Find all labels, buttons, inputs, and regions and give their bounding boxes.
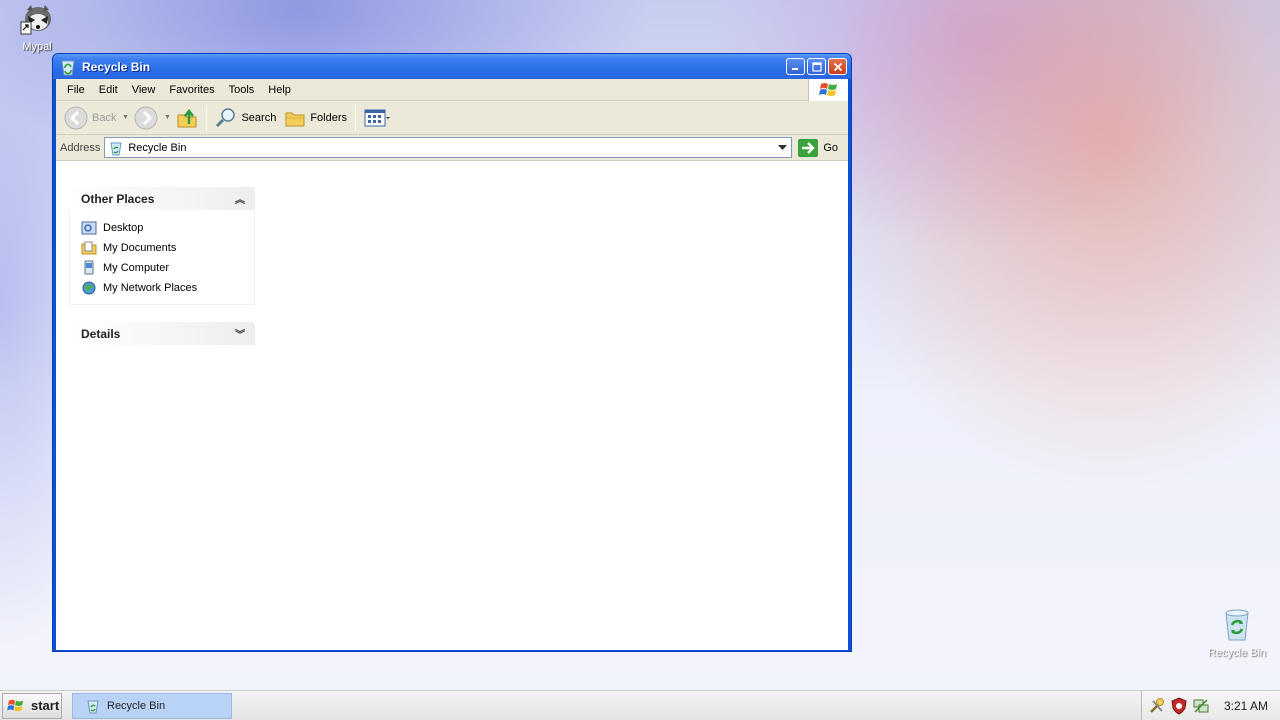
chevron-down-icon[interactable]: ︾: [235, 326, 245, 341]
address-bar: Address Recycle Bin Go: [56, 135, 848, 161]
title-bar[interactable]: Recycle Bin: [53, 54, 851, 79]
search-label: Search: [241, 111, 277, 124]
standard-toolbar: Back ▼ ▼ Search Folders: [56, 101, 848, 135]
address-label: Address: [60, 141, 101, 154]
place-label: My Computer: [103, 262, 170, 274]
minimize-button[interactable]: [786, 58, 805, 75]
folders-button[interactable]: Folders: [280, 104, 351, 132]
forward-arrow-icon: [134, 106, 158, 129]
desktop-icon: [81, 221, 97, 235]
windows-flag-icon: [818, 83, 837, 96]
menu-bar: File Edit View Favorites Tools Help: [56, 79, 848, 101]
folder-content: Other Places ︽ Desktop My Documents My C…: [56, 161, 848, 644]
taskbar-button-label: Recycle Bin: [107, 699, 166, 712]
details-header[interactable]: Details ︾: [69, 322, 255, 345]
back-arrow-icon: [64, 106, 88, 129]
recycle-bin-icon: [87, 700, 99, 713]
close-icon: [833, 62, 842, 71]
start-label: start: [31, 698, 60, 713]
windows-logo: [808, 79, 848, 101]
back-label: Back: [92, 111, 117, 124]
explorer-window: Recycle Bin File Edit View Favorites Too…: [52, 53, 852, 652]
panel-title: Details: [81, 326, 121, 341]
security-shield-icon[interactable]: [1170, 696, 1188, 715]
search-button[interactable]: Search: [211, 104, 280, 132]
address-value: Recycle Bin: [128, 141, 187, 154]
folders-icon: [285, 112, 305, 126]
address-dropdown-button[interactable]: [774, 138, 791, 157]
menu-file[interactable]: File: [60, 84, 92, 96]
my-documents-icon: [81, 241, 97, 255]
taskbar-button-recycle-bin[interactable]: Recycle Bin: [72, 692, 232, 719]
desktop-icon-label: Mypal: [22, 41, 52, 53]
network-places-icon: [82, 281, 96, 295]
other-places-panel: Other Places ︽ Desktop My Documents My C…: [69, 187, 255, 305]
place-label: My Network Places: [103, 282, 198, 294]
place-label: Desktop: [103, 222, 144, 234]
start-button[interactable]: start: [2, 692, 62, 719]
windows-flag-icon: [7, 699, 24, 711]
place-desktop[interactable]: Desktop: [81, 218, 254, 238]
chevron-down-icon: [778, 144, 788, 150]
up-folder-icon: [177, 108, 197, 127]
folders-label: Folders: [310, 111, 348, 124]
recycle-bin-icon: [1225, 609, 1249, 641]
go-button[interactable]: Go: [798, 138, 839, 157]
system-tray: 3:21 AM: [1141, 691, 1280, 720]
clock[interactable]: 3:21 AM: [1224, 699, 1268, 713]
menu-help[interactable]: Help: [261, 84, 298, 96]
recycle-bin-icon: [110, 142, 122, 155]
place-my-computer[interactable]: My Computer: [81, 258, 254, 278]
forward-button[interactable]: [130, 104, 162, 132]
close-button[interactable]: [828, 58, 847, 75]
other-places-header[interactable]: Other Places ︽: [69, 187, 255, 210]
details-panel: Details ︾: [69, 322, 255, 345]
up-folder-button[interactable]: [172, 104, 202, 132]
forward-dropdown-icon[interactable]: ▼: [162, 114, 172, 121]
desktop-icon-mypal[interactable]: Mypal: [2, 2, 72, 53]
mypal-raccoon-icon: [20, 5, 51, 35]
panel-title: Other Places: [81, 191, 155, 206]
maximize-icon: [811, 61, 822, 72]
address-input[interactable]: Recycle Bin: [104, 137, 793, 158]
toolbar-separator: [206, 104, 208, 131]
menu-view[interactable]: View: [125, 84, 163, 96]
maximize-button[interactable]: [807, 58, 826, 75]
recycle-bin-icon: [61, 60, 75, 75]
search-icon: [216, 107, 236, 127]
place-my-network-places[interactable]: My Network Places: [81, 278, 254, 298]
place-my-documents[interactable]: My Documents: [81, 238, 254, 258]
go-arrow-icon: [798, 138, 819, 157]
views-button[interactable]: [360, 104, 394, 132]
window-title: Recycle Bin: [82, 59, 151, 74]
minimize-icon: [792, 68, 798, 70]
network-tray-icon[interactable]: [1192, 697, 1210, 715]
menu-edit[interactable]: Edit: [92, 84, 125, 96]
window-client: File Edit View Favorites Tools Help Back…: [56, 79, 848, 650]
tools-tray-icon[interactable]: [1148, 697, 1166, 715]
go-label: Go: [823, 141, 839, 154]
place-label: My Documents: [103, 242, 177, 254]
toolbar-separator: [355, 104, 357, 131]
back-dropdown-icon[interactable]: ▼: [120, 114, 130, 121]
desktop-icon-recycle-bin[interactable]: Recycle Bin: [1202, 608, 1272, 659]
back-button[interactable]: Back: [60, 104, 120, 132]
views-icon: [364, 109, 391, 126]
chevron-up-icon[interactable]: ︽: [235, 191, 245, 206]
taskbar: start Recycle Bin 3:21 AM: [0, 690, 1280, 720]
my-computer-icon: [84, 260, 94, 275]
menu-tools[interactable]: Tools: [222, 84, 262, 96]
other-places-list: Desktop My Documents My Computer My Netw…: [69, 210, 255, 305]
menu-favorites[interactable]: Favorites: [162, 84, 221, 96]
desktop-icon-label: Recycle Bin: [1207, 647, 1267, 659]
